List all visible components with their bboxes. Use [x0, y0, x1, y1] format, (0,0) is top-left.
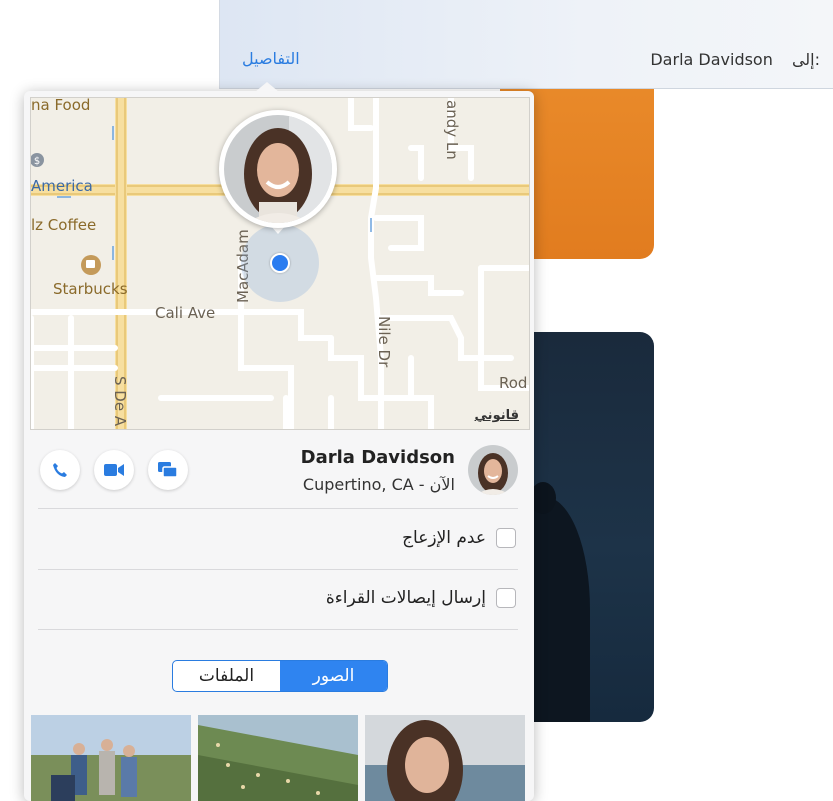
map-label-food: na Food [31, 97, 91, 114]
contact-avatar[interactable] [468, 445, 518, 495]
details-button[interactable]: التفاصيل [242, 49, 300, 68]
attachments-segmented-control[interactable]: الملفات الصور [172, 660, 388, 692]
location-map[interactable]: $ na Food America lz Coffee Starbucks Ca… [30, 97, 530, 430]
map-label-america: America [31, 177, 93, 195]
photo-thumbnail[interactable] [31, 715, 191, 801]
location-dot-icon [270, 253, 290, 273]
map-label-rod: Rod [499, 374, 528, 392]
photo-thumbnail[interactable] [198, 715, 358, 801]
recipient-field: Darla Davidson إلى: [650, 50, 820, 69]
phone-icon [53, 463, 67, 477]
map-label-s-de-a: S De A [111, 376, 129, 427]
tab-files[interactable]: الملفات [173, 661, 280, 691]
contact-name: Darla Davidson [300, 447, 455, 468]
map-contact-avatar[interactable] [219, 110, 337, 228]
recipient-name[interactable]: Darla Davidson [650, 50, 773, 69]
divider [38, 508, 518, 509]
details-popover: $ na Food America lz Coffee Starbucks Ca… [24, 91, 534, 801]
video-icon [104, 464, 124, 476]
do-not-disturb-checkbox[interactable] [496, 528, 516, 548]
popover-arrow [255, 82, 279, 92]
read-receipts-checkbox[interactable] [496, 588, 516, 608]
legal-link[interactable]: قانوني [475, 408, 519, 423]
contact-location: Cupertino, CA - الآن [302, 475, 455, 494]
screen-share-icon [158, 462, 178, 478]
map-label-cali-ave: Cali Ave [155, 304, 216, 322]
do-not-disturb-row[interactable]: عدم الإزعاج [402, 528, 516, 548]
divider [38, 569, 518, 570]
tab-photos[interactable]: الصور [280, 661, 387, 691]
read-receipts-row[interactable]: إرسال إيصالات القراءة [326, 588, 516, 608]
divider [38, 629, 518, 630]
to-label: إلى: [791, 50, 820, 69]
screen-share-button[interactable] [148, 450, 188, 490]
map-label-coffee: lz Coffee [31, 216, 97, 234]
map-label-andy-ln: andy Ln [443, 100, 461, 160]
phone-button[interactable] [40, 450, 80, 490]
svg-text:$: $ [34, 156, 40, 167]
do-not-disturb-label: عدم الإزعاج [402, 528, 486, 548]
video-call-button[interactable] [94, 450, 134, 490]
message-header: التفاصيل Darla Davidson إلى: [219, 0, 833, 89]
photo-thumbnail[interactable] [365, 715, 525, 801]
map-label-starbucks: Starbucks [53, 280, 128, 298]
read-receipts-label: إرسال إيصالات القراءة [325, 588, 486, 608]
map-label-nile-dr: Nile Dr [375, 316, 393, 368]
